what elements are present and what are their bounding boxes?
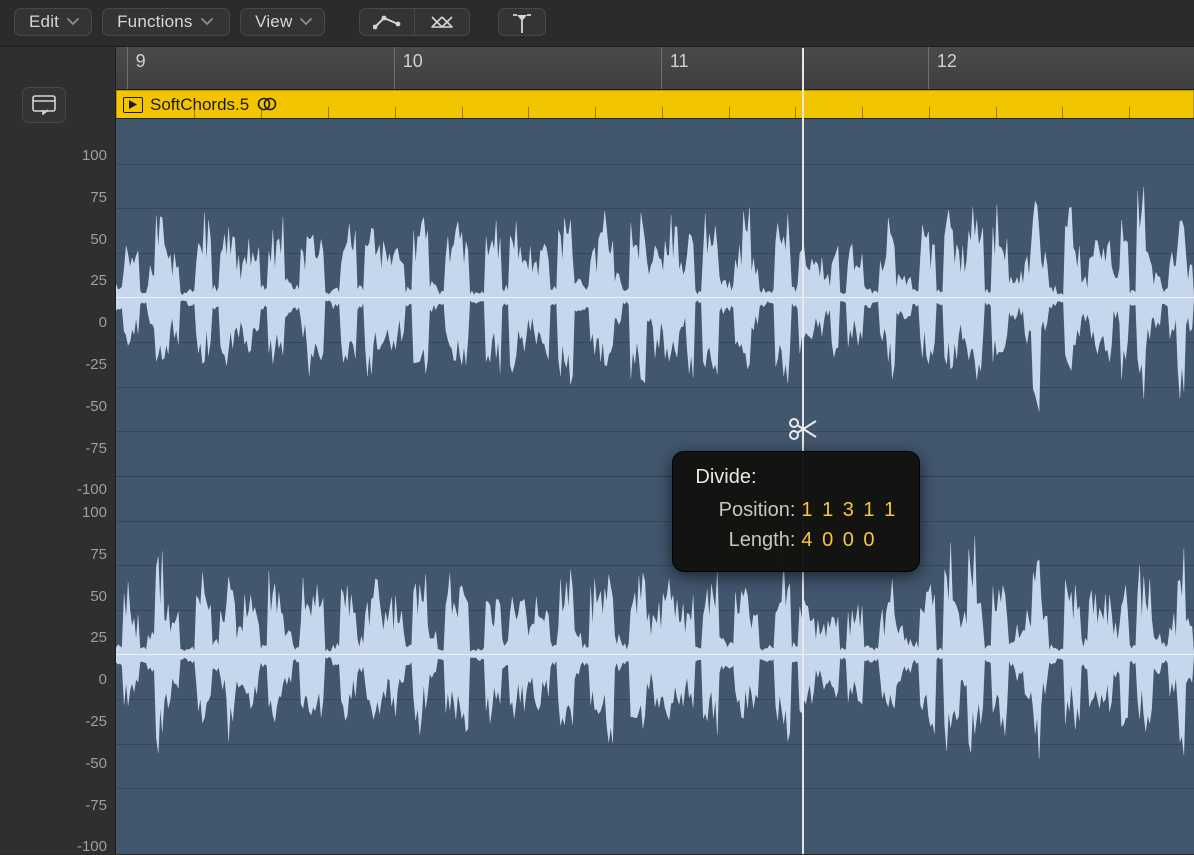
chevron-down-icon	[67, 16, 79, 28]
waveform-channel-right	[116, 476, 1194, 833]
mode-segment	[359, 8, 470, 36]
db-label: -50	[47, 755, 107, 772]
ruler-bar: 10	[394, 47, 423, 89]
ruler-bar-label: 11	[670, 51, 689, 71]
ruler-bar: 9	[127, 47, 146, 89]
db-label: -75	[47, 797, 107, 814]
scissors-cursor-icon	[788, 417, 818, 441]
db-label: -25	[47, 713, 107, 730]
db-label: 50	[47, 231, 107, 248]
db-label: -75	[47, 440, 107, 457]
clip-beat-tick	[261, 107, 262, 118]
functions-menu[interactable]: Functions	[102, 8, 230, 36]
clip-beat-tick	[395, 107, 396, 118]
snap-playhead-button[interactable]	[499, 9, 545, 35]
db-label: 0	[47, 671, 107, 688]
catalog-button[interactable]	[22, 87, 66, 123]
clip-name: SoftChords.5	[150, 95, 249, 115]
divide-tooltip: Divide: Position: 1 1 3 1 1 Length: 4 0 …	[672, 451, 920, 572]
db-label: 25	[47, 629, 107, 646]
ruler-bar: 11	[661, 47, 689, 89]
clip-beat-tick	[929, 107, 930, 118]
db-scale: 100 75 50 25 0 -25 -50 -75 -100 100 75 50 25 0 -25 -50 -…	[27, 137, 107, 854]
menu-label: View	[255, 12, 292, 32]
clip-beat-tick	[328, 107, 329, 118]
clip-beat-tick	[996, 107, 997, 118]
snap-playhead-icon	[510, 11, 534, 33]
db-label: 100	[47, 147, 107, 164]
waveform-channel-left	[116, 119, 1194, 477]
db-label: -100	[47, 838, 107, 855]
clip-beat-tick	[595, 107, 596, 118]
tooltip-length-label: Length:	[695, 525, 801, 555]
stereo-icon	[256, 97, 278, 113]
tooltip-position-label: Position:	[695, 495, 801, 525]
chevron-down-icon	[201, 16, 213, 28]
flex-button[interactable]	[415, 9, 469, 35]
catalog-icon	[32, 95, 56, 115]
automation-button[interactable]	[360, 9, 415, 35]
clip-beat-tick	[862, 107, 863, 118]
edit-menu[interactable]: Edit	[14, 8, 92, 36]
ruler-bar-label: 12	[937, 51, 957, 71]
flex-icon	[428, 13, 456, 31]
menu-label: Functions	[117, 12, 193, 32]
db-label: 25	[47, 272, 107, 289]
menu-label: Edit	[29, 12, 59, 32]
db-label: -50	[47, 398, 107, 415]
tooltip-position-value: 1 1 3 1 1	[801, 495, 897, 525]
clip-beat-tick	[1062, 107, 1063, 118]
sidebar: 100 75 50 25 0 -25 -50 -75 -100 100 75 50 25 0 -25 -50 -…	[0, 47, 116, 854]
chevron-down-icon	[300, 16, 312, 28]
automation-icon	[373, 13, 401, 31]
db-label: 100	[47, 504, 107, 521]
clip-beat-tick	[528, 107, 529, 118]
db-label: 50	[47, 588, 107, 605]
tooltip-title: Divide:	[695, 466, 897, 489]
clip-beat-tick	[795, 107, 796, 118]
clip-strip: SoftChords.5	[116, 90, 1194, 119]
view-menu[interactable]: View	[240, 8, 325, 36]
ruler-bar-label: 10	[403, 51, 423, 71]
waveform-area[interactable]: Divide: Position: 1 1 3 1 1 Length: 4 0 …	[116, 118, 1194, 854]
time-ruler[interactable]: 9 10 11 12	[116, 47, 1194, 90]
region-play-icon	[123, 97, 143, 113]
db-label: 75	[47, 546, 107, 563]
ruler-bar: 12	[928, 47, 957, 89]
tooltip-length-value: 4 0 0 0	[801, 525, 876, 555]
ruler-bar-label: 9	[136, 51, 146, 71]
toolbar: Edit Functions View	[0, 0, 1194, 47]
snap-segment	[498, 8, 546, 36]
db-label: -100	[47, 481, 107, 498]
db-label: -25	[47, 356, 107, 373]
clip-beat-tick	[462, 107, 463, 118]
db-label: 0	[47, 314, 107, 331]
db-label: 75	[47, 189, 107, 206]
clip-beat-tick	[729, 107, 730, 118]
clip-beat-tick	[662, 107, 663, 118]
clip-beat-tick	[1129, 107, 1130, 118]
clip-header[interactable]: SoftChords.5	[116, 90, 1194, 119]
editor-content: 9 10 11 12 SoftChords.5	[116, 47, 1194, 854]
clip-beat-tick	[194, 107, 195, 118]
